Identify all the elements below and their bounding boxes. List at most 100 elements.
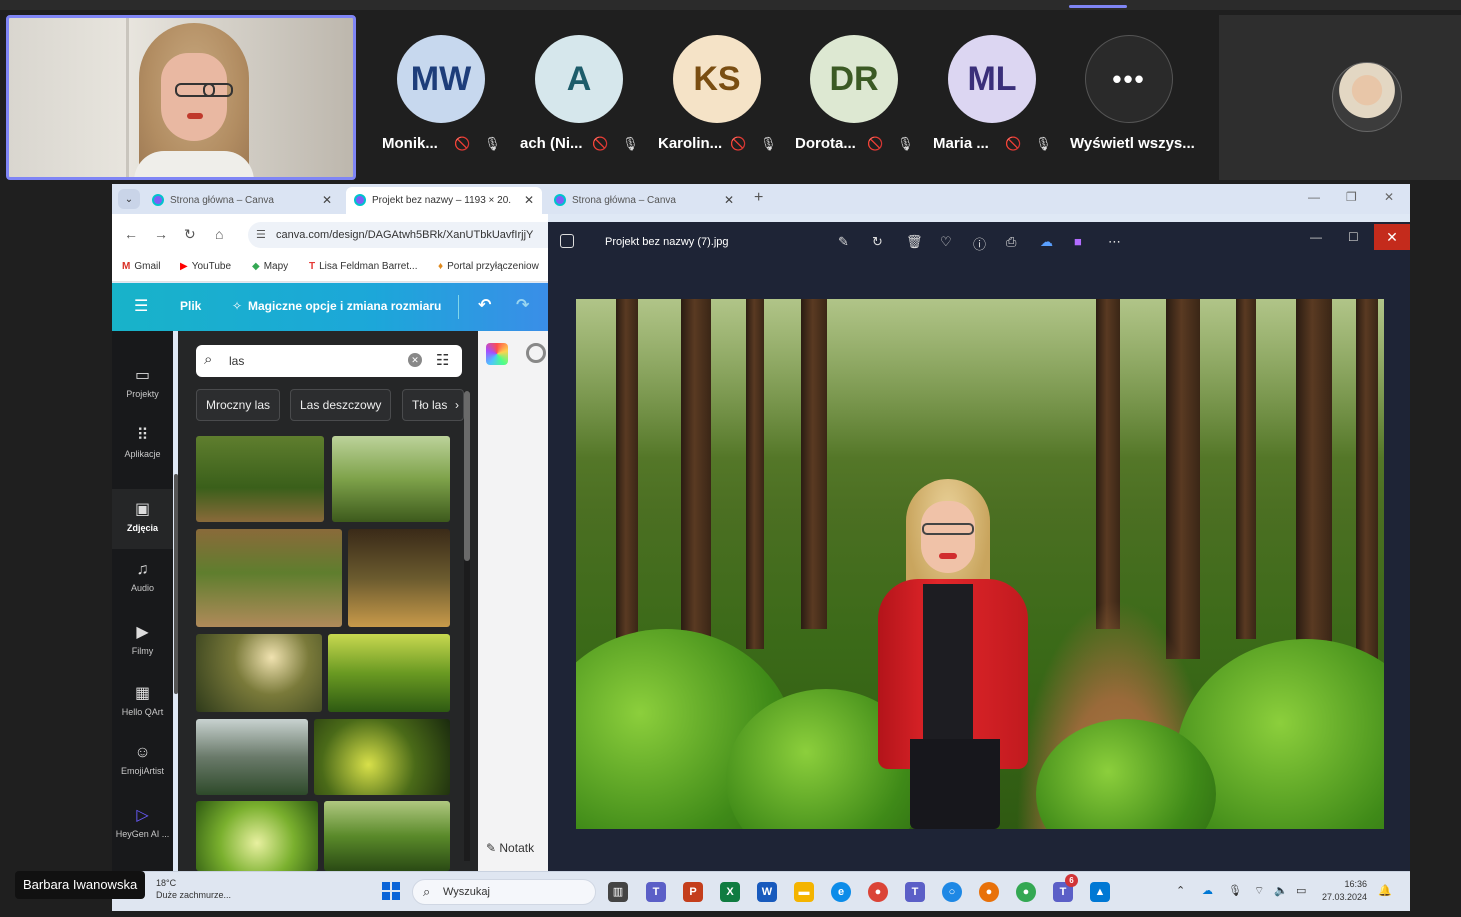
photo-thumbnail[interactable] [196, 719, 308, 795]
chrome-profile-icon[interactable]: ● [979, 882, 999, 902]
back-icon[interactable]: ← [124, 226, 138, 242]
clear-icon[interactable]: ✕ [408, 353, 422, 367]
participant-tile[interactable]: A ach (Ni... 🚫 🎙 [518, 35, 648, 160]
reload-icon[interactable]: ↻ [184, 226, 196, 243]
photo-thumbnail[interactable] [196, 436, 324, 522]
suggestion-chip[interactable]: Tło las › [402, 389, 464, 421]
panel-scrollbar[interactable] [464, 391, 470, 861]
search-input[interactable]: ⌕ las ✕ ☷ [196, 345, 462, 377]
sidebar-item-hello-qart[interactable]: ▦ Hello QArt [112, 673, 173, 733]
bookmark-portal[interactable]: ♦ Portal przyłączeniow [438, 261, 539, 272]
bookmark-lisa[interactable]: T Lisa Feldman Barret... [309, 261, 417, 272]
magic-resize-button[interactable]: Magiczne opcje i zmiana rozmiaru [248, 299, 441, 313]
new-tab-icon[interactable]: + [754, 189, 763, 207]
close-icon[interactable]: ✕ [524, 193, 534, 207]
remote-video-tile[interactable] [1219, 15, 1461, 180]
edge-icon[interactable]: e [831, 882, 851, 902]
system-clock[interactable]: 16:36 27.03.2024 [1322, 878, 1367, 904]
site-info-icon[interactable]: ☰ [256, 222, 266, 248]
delete-icon[interactable]: 🗑 [906, 234, 923, 250]
photo-thumbnail[interactable] [196, 634, 322, 712]
color-palette-icon[interactable] [486, 343, 508, 365]
notifications-icon[interactable]: 🔔 [1378, 884, 1392, 897]
sidebar-item-photos[interactable]: ▣ Zdjęcia [112, 489, 173, 549]
cortana-icon[interactable]: ○ [942, 882, 962, 902]
photo-thumbnail[interactable] [328, 634, 450, 712]
onedrive-icon[interactable]: ☁ [1202, 884, 1213, 897]
weather-widget[interactable]: 18°C Duże zachmurze... [156, 877, 231, 901]
bookmark-gmail[interactable]: M Gmail [122, 261, 160, 272]
bookmark-youtube[interactable]: ▶ YouTube [180, 261, 231, 272]
close-icon[interactable]: ✕ [724, 193, 734, 207]
file-menu-button[interactable]: Plik [180, 299, 201, 313]
info-icon[interactable]: ⓘ [973, 234, 986, 253]
edit-icon[interactable]: ✎ [838, 234, 849, 250]
chrome-icon[interactable]: ● [868, 882, 888, 902]
mic-icon[interactable]: 🎙 [1228, 884, 1242, 897]
taskbar-search[interactable]: ⌕ Wyszukaj [412, 879, 596, 905]
filter-icon[interactable]: ☷ [436, 351, 449, 369]
excel-icon[interactable]: X [720, 882, 740, 902]
close-icon[interactable]: ✕ [1384, 190, 1394, 204]
photo-thumbnail[interactable] [332, 436, 450, 522]
photo-thumbnail[interactable] [196, 529, 342, 627]
self-video-tile[interactable] [6, 15, 356, 180]
word-icon[interactable]: W [757, 882, 777, 902]
battery-icon[interactable]: ▭ [1296, 884, 1306, 897]
photo-thumbnail[interactable] [348, 529, 450, 627]
close-icon[interactable]: ✕ [322, 193, 332, 207]
animate-icon[interactable] [526, 343, 546, 363]
participant-tile[interactable]: MW Monik... 🚫 🎙 [380, 35, 510, 160]
sidebar-item-apps[interactable]: ⠿ Aplikacje [112, 415, 173, 475]
url-field[interactable]: ☰ canva.com/design/DAGAtwh5BRk/XanUTbkUa… [248, 222, 548, 248]
bookmark-maps[interactable]: ◆ Mapy [252, 261, 288, 272]
minimize-icon[interactable]: — [1308, 190, 1320, 204]
teams-icon[interactable]: T [646, 882, 666, 902]
print-icon[interactable]: ⎙ [1006, 234, 1016, 250]
browser-tab[interactable]: Strona główna – Canva ✕ [546, 187, 742, 214]
task-view-icon[interactable]: ▥ [608, 882, 628, 902]
volume-icon[interactable]: 🔈 [1274, 884, 1288, 897]
rotate-icon[interactable]: ↻ [872, 234, 883, 250]
favorite-icon[interactable]: ♡ [940, 234, 952, 250]
menu-icon[interactable]: ☰ [134, 296, 148, 316]
chrome-profile-2-icon[interactable]: ● [1016, 882, 1036, 902]
close-icon[interactable]: ✕ [1374, 224, 1410, 250]
sidebar-item-videos[interactable]: ▶ Filmy [112, 612, 173, 672]
wifi-icon[interactable]: ⌔ [1254, 884, 1264, 898]
tab-search-button[interactable]: ⌄ [118, 189, 140, 209]
participant-tile[interactable]: KS Karolin... 🚫 🎙 [656, 35, 786, 160]
photo-thumbnail[interactable] [324, 801, 450, 871]
suggestion-chip[interactable]: Mroczny las [196, 389, 281, 421]
browser-tab[interactable]: Strona główna – Canva ✕ [144, 187, 340, 214]
photo-thumbnail[interactable] [314, 719, 450, 795]
maximize-icon[interactable]: ☐ [1348, 230, 1359, 244]
sidebar-item-audio[interactable]: ♫ Audio [112, 551, 173, 611]
maximize-icon[interactable]: ❐ [1346, 190, 1357, 204]
participant-tile[interactable]: ML Maria ... 🚫 🎙 [931, 35, 1061, 160]
browser-tab-active[interactable]: Projekt bez nazwy – 1193 × 20... ✕ [346, 187, 542, 214]
home-icon[interactable]: ⌂ [215, 226, 223, 242]
suggestion-chip[interactable]: Las deszczowy [290, 389, 392, 421]
notes-button[interactable]: ✎ Notatk [486, 841, 534, 855]
view-all-participants-button[interactable]: ••• Wyświetl wszys... [1068, 35, 1198, 160]
more-options-icon[interactable]: ⋯ [1108, 234, 1121, 250]
onedrive-icon[interactable]: ☁ [1040, 234, 1053, 250]
teams-classic-icon[interactable]: T [905, 882, 925, 902]
redo-icon[interactable]: ↷ [516, 295, 529, 315]
forward-icon[interactable]: → [154, 226, 168, 242]
sidebar-item-projects[interactable]: ▭ Projekty [112, 355, 173, 415]
powerpoint-icon[interactable]: P [683, 882, 703, 902]
sidebar-item-heygen[interactable]: ▷ HeyGen AI ... [112, 795, 173, 855]
undo-icon[interactable]: ↶ [478, 295, 491, 315]
file-explorer-icon[interactable]: ▬ [794, 882, 814, 902]
chevron-up-icon[interactable]: ⌃ [1176, 884, 1185, 897]
minimize-icon[interactable]: — [1310, 230, 1322, 244]
sidebar-item-emojiartist[interactable]: ☺ EmojiArtist [112, 734, 173, 794]
start-button[interactable] [382, 882, 400, 900]
clipchamp-icon[interactable]: ■ [1074, 234, 1082, 249]
photo-thumbnail[interactable] [196, 801, 318, 871]
chevron-right-icon[interactable]: › [455, 390, 459, 420]
participant-tile[interactable]: DR Dorota... 🚫 🎙 [793, 35, 923, 160]
photos-icon[interactable]: ▲ [1090, 882, 1110, 902]
